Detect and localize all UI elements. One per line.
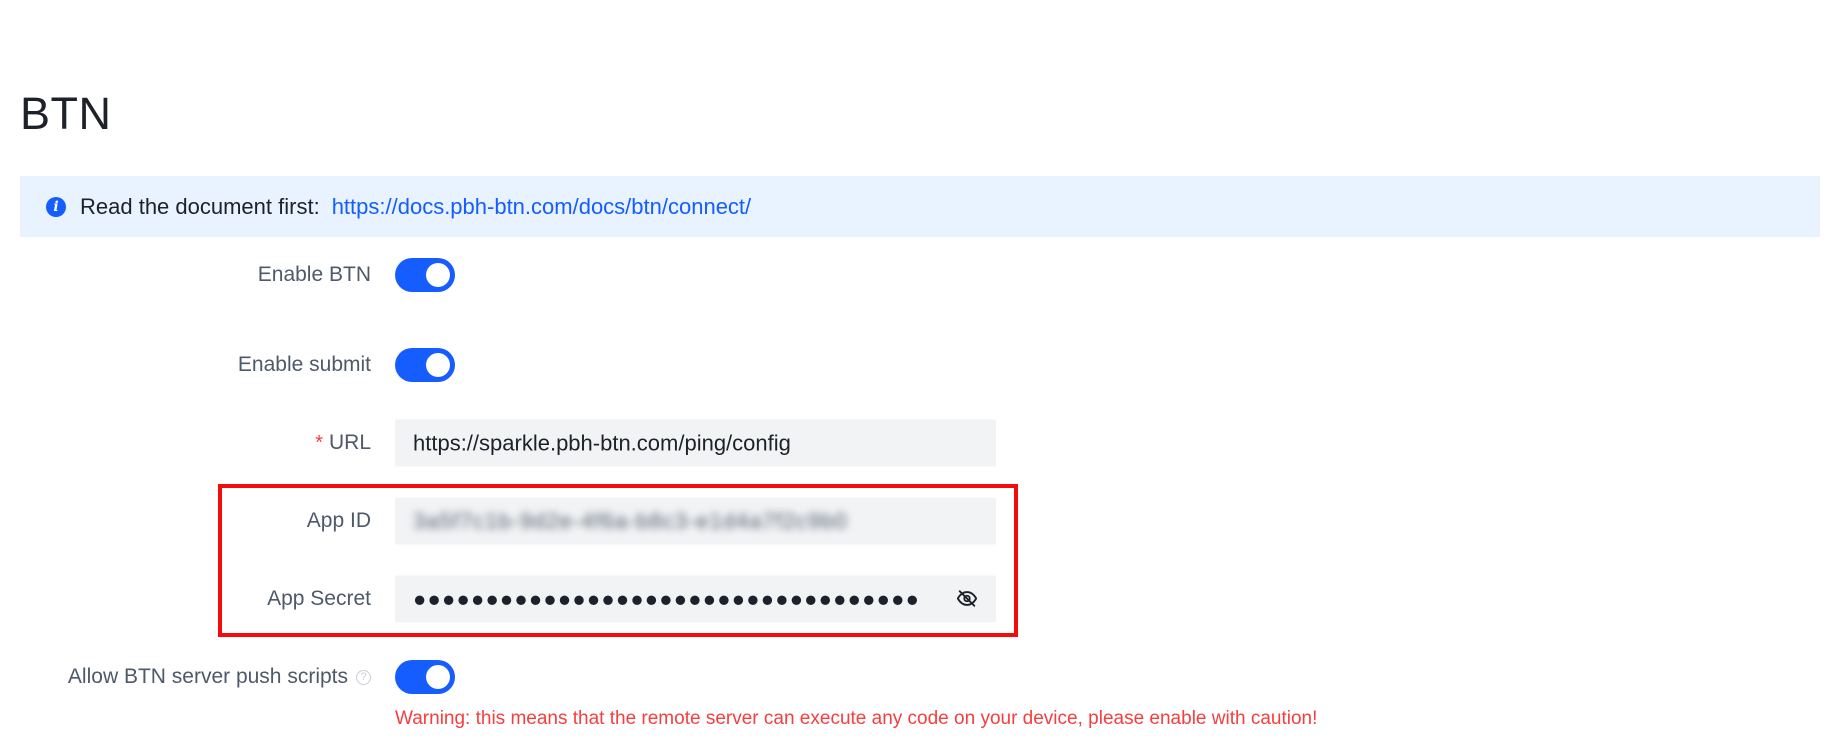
url-input[interactable]: https://sparkle.pbh-btn.com/ping/config [395, 419, 996, 467]
switch-knob [426, 263, 450, 287]
switch-knob [426, 353, 450, 377]
info-text: Read the document first: [80, 193, 320, 219]
required-mark: * [315, 431, 323, 454]
enable-submit-switch[interactable] [395, 348, 455, 382]
question-circle-icon[interactable]: ? [356, 669, 371, 685]
form-row-enable-submit: Enable submit [0, 340, 1837, 390]
form-row-enable-btn: Enable BTN [0, 250, 1837, 300]
url-label-text: URL [328, 431, 371, 454]
switch-knob [426, 665, 450, 689]
allow-push-scripts-switch[interactable] [395, 660, 455, 694]
form-row-allow-push-scripts: Allow BTN server push scripts ? [0, 652, 1837, 702]
docs-link[interactable]: https://docs.pbh-btn.com/docs/btn/connec… [332, 194, 751, 220]
highlight-box [218, 484, 1018, 637]
allow-push-scripts-label-text: Allow BTN server push scripts [67, 665, 348, 688]
url-value: https://sparkle.pbh-btn.com/ping/config [413, 430, 791, 455]
info-icon: i [46, 196, 66, 217]
allow-push-scripts-label: Allow BTN server push scripts ? [68, 665, 371, 689]
form-row-url: * URL https://sparkle.pbh-btn.com/ping/c… [0, 418, 1837, 468]
info-banner: i Read the document first: https://docs.… [20, 176, 1820, 237]
page-title: BTN [20, 88, 112, 139]
warning-text: Warning: this means that the remote serv… [395, 708, 1318, 729]
url-label: * URL [315, 431, 371, 455]
enable-btn-label: Enable BTN [257, 263, 371, 286]
enable-submit-label: Enable submit [237, 353, 371, 376]
enable-btn-switch[interactable] [395, 258, 455, 292]
